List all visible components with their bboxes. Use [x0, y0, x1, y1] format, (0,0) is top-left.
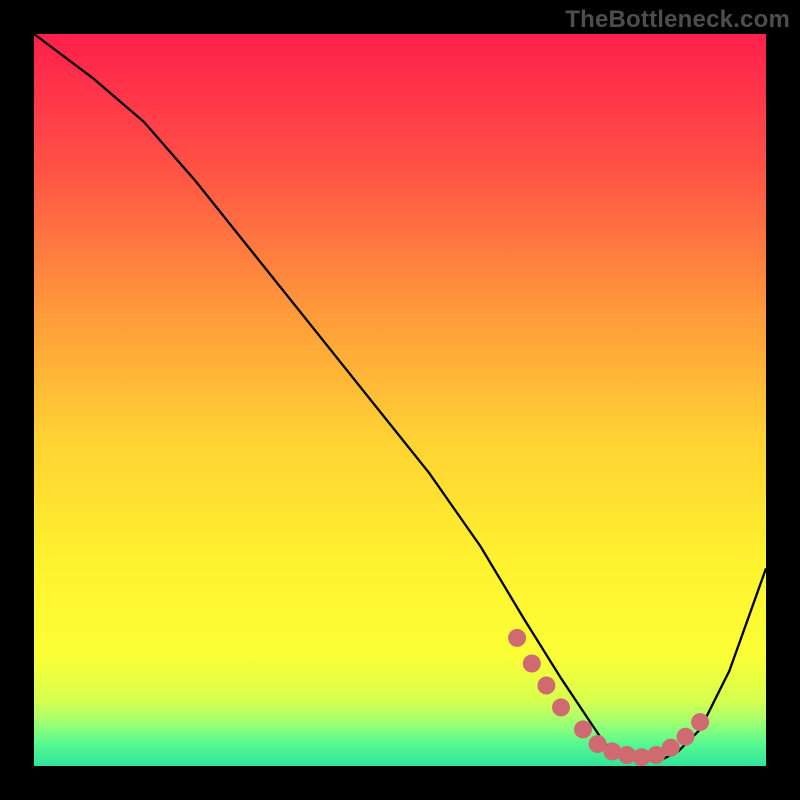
gradient-background [34, 34, 766, 766]
watermark-text: TheBottleneck.com [565, 6, 790, 34]
chart-svg [34, 34, 766, 766]
data-marker [523, 655, 541, 673]
plot-area [34, 34, 766, 766]
data-marker [537, 677, 555, 695]
data-marker [508, 629, 526, 647]
data-marker [552, 698, 570, 716]
data-marker [677, 728, 695, 746]
data-marker [662, 739, 680, 757]
chart-frame: TheBottleneck.com [0, 0, 800, 800]
data-marker [574, 720, 592, 738]
data-marker [691, 713, 709, 731]
